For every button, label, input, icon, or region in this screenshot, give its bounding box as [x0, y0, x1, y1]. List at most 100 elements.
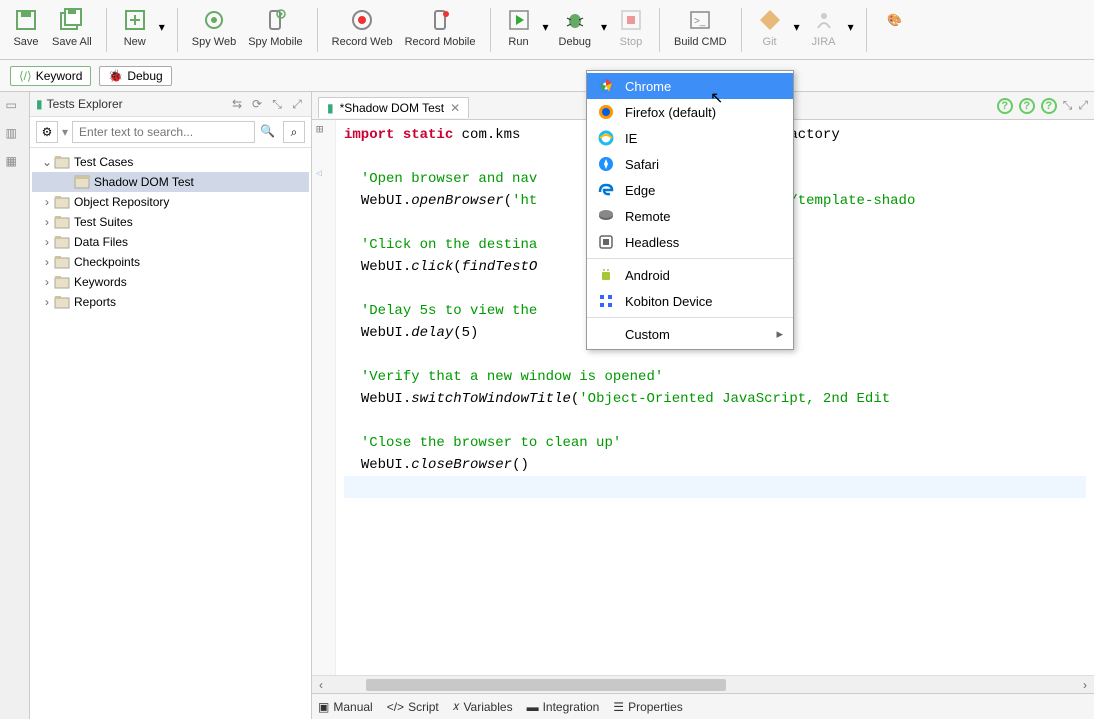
kobiton-icon [597, 292, 615, 310]
search-icon: 🔍 [260, 124, 275, 138]
filter-button[interactable]: ⚙ [36, 121, 58, 143]
jira-dropdown-arrow[interactable]: ▾ [844, 13, 858, 41]
filter-arrow[interactable]: ▾ [62, 125, 68, 139]
tree-item-label: Checkpoints [74, 255, 140, 269]
collapse-icon[interactable]: ⤡ [269, 96, 285, 112]
spy-mobile-icon [261, 6, 289, 34]
save-button[interactable]: Save [6, 4, 46, 50]
record-web-button[interactable]: Record Web [326, 4, 399, 50]
terminal-icon: >_ [686, 6, 714, 34]
spy-mobile-button[interactable]: Spy Mobile [242, 4, 308, 50]
tree-item-test-suites[interactable]: ›Test Suites [32, 212, 309, 232]
bug-icon: 🐞 [108, 69, 123, 83]
tree-item-label: Test Cases [74, 155, 133, 169]
save-all-button[interactable]: Save All [46, 4, 98, 50]
folder-icon [54, 254, 70, 270]
menu-remote[interactable]: Remote [587, 203, 793, 229]
help-icon-2[interactable]: ? [1019, 98, 1035, 114]
tree-item-test-cases[interactable]: ⌄Test Cases [32, 152, 309, 172]
tree-item-keywords[interactable]: ›Keywords [32, 272, 309, 292]
run-dropdown-arrow[interactable]: ▾ [539, 13, 553, 41]
help-icon-1[interactable]: ? [997, 98, 1013, 114]
testcase-icon [74, 174, 90, 190]
ie-icon [597, 129, 615, 147]
explorer-icon: ▮ [36, 97, 43, 111]
editor-bottom-tabs: ▣Manual </>Script 𝑥Variables ▬Integratio… [312, 693, 1094, 719]
tree-item-label: Object Repository [74, 195, 169, 209]
debug-dropdown-arrow[interactable]: ▾ [597, 13, 611, 41]
menu-android[interactable]: Android [587, 262, 793, 288]
tab-integration[interactable]: ▬Integration [527, 700, 600, 714]
stop-button[interactable]: Stop [611, 4, 651, 50]
remote-icon [597, 207, 615, 225]
scrollbar-thumb[interactable] [366, 679, 726, 691]
debug-button[interactable]: Debug [553, 4, 597, 50]
menu-safari[interactable]: Safari [587, 151, 793, 177]
record-mobile-icon [426, 6, 454, 34]
debug-icon [561, 6, 589, 34]
spy-web-button[interactable]: Spy Web [186, 4, 242, 50]
editor-gutter: ⊞ ◁ [312, 120, 336, 675]
menu-kobiton[interactable]: Kobiton Device [587, 288, 793, 314]
editor-tab[interactable]: ▮ *Shadow DOM Test ✕ [318, 97, 469, 118]
fold-plus-icon[interactable]: ⊞ [316, 122, 323, 137]
tab-variables[interactable]: 𝑥Variables [453, 699, 513, 714]
menu-headless[interactable]: Headless [587, 229, 793, 255]
tree-item-object-repository[interactable]: ›Object Repository [32, 192, 309, 212]
expand-icon[interactable]: ⤢ [289, 96, 305, 112]
rail-icon-3[interactable]: ▦ [6, 154, 24, 172]
git-button[interactable]: Git [750, 4, 790, 50]
help-icon-3[interactable]: ? [1041, 98, 1057, 114]
explorer-search-bar: ⚙ ▾ 🔍 ⌕ [30, 117, 311, 148]
close-tab-icon[interactable]: ✕ [450, 101, 460, 115]
tree-item-checkpoints[interactable]: ›Checkpoints [32, 252, 309, 272]
menu-firefox[interactable]: Firefox (default) [587, 99, 793, 125]
safari-icon [597, 155, 615, 173]
rail-icon-2[interactable]: ▥ [6, 126, 24, 144]
record-mobile-button[interactable]: Record Mobile [399, 4, 482, 50]
jira-icon [810, 6, 838, 34]
jira-button[interactable]: JIRA [804, 4, 844, 50]
firefox-icon [597, 103, 615, 121]
debug-perspective[interactable]: 🐞 Debug [99, 66, 171, 86]
build-cmd-button[interactable]: >_ Build CMD [668, 4, 733, 50]
edge-icon [597, 181, 615, 199]
rail-icon-1[interactable]: ▭ [6, 98, 24, 116]
integration-icon: ▬ [527, 700, 539, 714]
folder-icon [54, 274, 70, 290]
tab-script[interactable]: </>Script [387, 700, 439, 714]
menu-chrome[interactable]: Chrome [587, 73, 793, 99]
manual-icon: ▣ [318, 700, 329, 714]
git-dropdown-arrow[interactable]: ▾ [790, 13, 804, 41]
scroll-left-arrow[interactable]: ‹ [312, 678, 330, 692]
tab-properties[interactable]: ☰Properties [613, 700, 682, 714]
svg-text:>_: >_ [694, 16, 706, 27]
scroll-right-arrow[interactable]: › [1076, 678, 1094, 692]
collapse-editor-icon[interactable]: ⤡ [1063, 98, 1073, 114]
menu-custom[interactable]: Custom ▸ [587, 321, 793, 347]
run-button[interactable]: Run [499, 4, 539, 50]
refresh-icon[interactable]: ⟳ [249, 96, 265, 112]
folder-icon [54, 214, 70, 230]
link-icon[interactable]: ⇆ [229, 96, 245, 112]
chrome-icon [597, 77, 615, 95]
horizontal-scrollbar[interactable]: ‹ › [312, 675, 1094, 693]
new-button[interactable]: New [115, 4, 155, 50]
search-input[interactable] [72, 121, 255, 143]
folder-icon [54, 294, 70, 310]
left-icon-rail: ▭ ▥ ▦ [0, 92, 30, 719]
tab-manual[interactable]: ▣Manual [318, 700, 373, 714]
clear-search-button[interactable]: ⌕ [283, 121, 305, 143]
save-icon [12, 6, 40, 34]
tree-item-shadow-dom-test[interactable]: Shadow DOM Test [32, 172, 309, 192]
menu-edge[interactable]: Edge [587, 177, 793, 203]
keyword-perspective[interactable]: ⟨/⟩ Keyword [10, 66, 91, 86]
palette-button[interactable]: 🎨 [875, 4, 915, 36]
stop-icon [617, 6, 645, 34]
tree-item-data-files[interactable]: ›Data Files [32, 232, 309, 252]
menu-ie[interactable]: IE [587, 125, 793, 151]
maximize-editor-icon[interactable]: ⤢ [1078, 98, 1088, 114]
explorer-tree: ⌄Test CasesShadow DOM Test›Object Reposi… [30, 148, 311, 719]
tree-item-reports[interactable]: ›Reports [32, 292, 309, 312]
new-dropdown-arrow[interactable]: ▾ [155, 13, 169, 41]
